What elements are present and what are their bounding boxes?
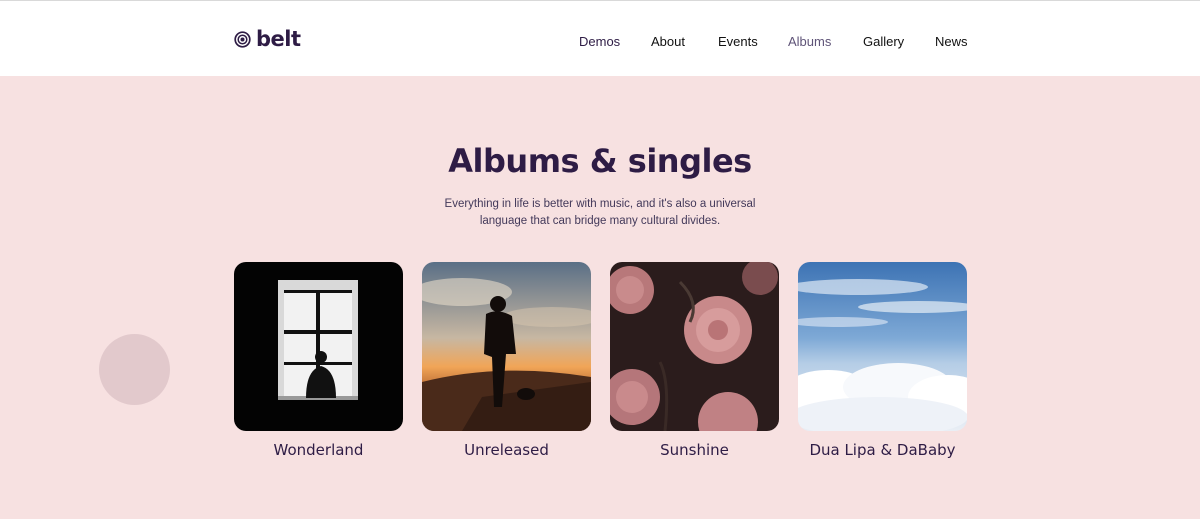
album-title[interactable]: Sunshine — [610, 441, 779, 459]
nav-item-gallery[interactable]: Gallery — [863, 34, 904, 50]
album-card-sunshine[interactable]: Sunshine — [610, 262, 779, 459]
album-title[interactable]: Unreleased — [422, 441, 591, 459]
album-title[interactable]: Wonderland — [234, 441, 403, 459]
top-navigation-bar: belt Demos About Events Albums Gallery N… — [0, 0, 1200, 76]
nav-item-events[interactable]: Events — [718, 34, 758, 50]
album-card-unreleased[interactable]: Unreleased — [422, 262, 591, 459]
main-nav: Demos About Events Albums Gallery News — [0, 34, 1200, 52]
album-cover-window-silhouette[interactable] — [234, 262, 403, 431]
album-card-wonderland[interactable]: Wonderland — [234, 262, 403, 459]
section-subtitle: Everything in life is better with music,… — [444, 198, 756, 227]
album-cover-sky-clouds[interactable] — [798, 262, 967, 431]
album-cover-pink-roses[interactable] — [610, 262, 779, 431]
section-title: Albums & singles — [448, 142, 752, 180]
decorative-circle — [99, 334, 170, 405]
nav-item-about[interactable]: About — [651, 34, 685, 50]
album-card-dua-lipa-dababy[interactable]: Dua Lipa & DaBaby — [798, 262, 967, 459]
nav-item-news[interactable]: News — [935, 34, 968, 50]
nav-item-demos[interactable]: Demos — [579, 34, 620, 50]
album-cover-desert-sunset[interactable] — [422, 262, 591, 431]
nav-item-albums[interactable]: Albums — [788, 34, 831, 50]
album-title[interactable]: Dua Lipa & DaBaby — [798, 441, 967, 459]
